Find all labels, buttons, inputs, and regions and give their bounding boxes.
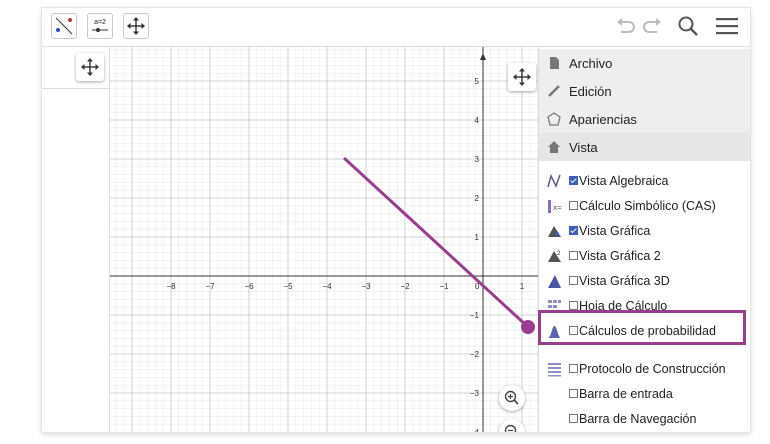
- x-tick-label: 1: [520, 282, 525, 291]
- cas-icon: x=: [548, 200, 562, 213]
- move-arrows-icon: [81, 58, 99, 76]
- graphics-move-button[interactable]: [508, 63, 536, 91]
- home-icon: [548, 141, 560, 153]
- algebra-input-separator: [42, 88, 109, 89]
- view-item-label: Vista Gráfica: [579, 224, 651, 238]
- main-menu: Archivo Edición Apariencias Vista Vista …: [538, 47, 750, 432]
- geogebra-window: a=2 −8 −7 −6 −5 −4 −3 −2 −1 0 1 5 4 3 2 …: [42, 8, 750, 432]
- view-item-algebra[interactable]: Vista Algebraica: [539, 169, 750, 194]
- graphics-view-icon: [548, 226, 561, 237]
- graphics-view[interactable]: −8−7−6−5−4−3−2−101254321−1−2−3−4: [110, 47, 540, 432]
- view-item-checkbox[interactable]: [569, 251, 578, 260]
- y-tick-label: 1: [475, 233, 480, 242]
- view-item-label: Cálculo Simbólico (CAS): [579, 199, 716, 213]
- view-item-checkbox[interactable]: [569, 364, 578, 373]
- x-tick-label: −7: [205, 282, 215, 291]
- search-icon[interactable]: [676, 14, 700, 38]
- view-item-label: Barra de Navegación: [579, 412, 697, 426]
- move-graphics-view-tool-button[interactable]: [123, 13, 149, 39]
- pencil-icon: [548, 85, 560, 97]
- svg-text:x=: x=: [553, 203, 562, 212]
- view-item-label: Vista Algebraica: [579, 174, 669, 188]
- svg-text:2: 2: [557, 251, 561, 257]
- y-axis-arrow: [480, 53, 486, 60]
- view-item-graphics[interactable]: Vista Gráfica: [539, 219, 750, 244]
- menu-item-label: Vista: [569, 140, 598, 155]
- perspectives-icon: [547, 112, 561, 126]
- move-points-tool-button[interactable]: [51, 13, 77, 39]
- x-tick-label: −2: [400, 282, 410, 291]
- x-tick-label: 0: [475, 282, 480, 291]
- view-item-cas[interactable]: x= Cálculo Simbólico (CAS): [539, 194, 750, 219]
- slider-icon: a=2: [92, 19, 108, 32]
- y-tick-label: 4: [475, 116, 480, 125]
- line-with-points-icon: [55, 17, 73, 35]
- view-item-label: Vista Gráfica 3D: [579, 274, 670, 288]
- algebra-view-icon: [547, 174, 561, 188]
- y-tick-label: 5: [475, 77, 480, 86]
- slider-tool-button[interactable]: a=2: [87, 13, 113, 39]
- zoom-in-button[interactable]: [499, 385, 525, 411]
- x-tick-label: −6: [244, 282, 254, 291]
- x-tick-label: −5: [283, 282, 293, 291]
- view-item-checkbox[interactable]: [569, 201, 578, 210]
- view-item-graphics-2[interactable]: 2 Vista Gráfica 2: [539, 244, 750, 269]
- view-item-label: Protocolo de Construcción: [579, 362, 726, 376]
- view-item-checkbox[interactable]: [569, 389, 578, 398]
- x-tick-label: −3: [361, 282, 371, 291]
- file-icon: [550, 57, 559, 69]
- x-tick-label: −8: [166, 282, 176, 291]
- x-tick-label: −4: [322, 282, 332, 291]
- y-tick-label: −3: [470, 389, 480, 398]
- redo-icon[interactable]: [640, 14, 664, 38]
- view-item-checkbox[interactable]: [569, 176, 578, 185]
- view-item-checkbox[interactable]: [569, 301, 578, 310]
- y-tick-label: −1: [470, 311, 480, 320]
- menu-item-vista[interactable]: Vista: [539, 133, 750, 161]
- view-item-input-bar[interactable]: Barra de entrada: [539, 382, 750, 407]
- y-tick-label: 3: [475, 155, 480, 164]
- menu-item-label: Archivo: [569, 56, 613, 71]
- menu-item-archivo[interactable]: Archivo: [539, 49, 750, 77]
- algebra-move-button[interactable]: [76, 53, 104, 81]
- menu-icon[interactable]: [714, 14, 740, 38]
- move-arrows-icon: [127, 17, 145, 35]
- view-item-checkbox[interactable]: [569, 276, 578, 285]
- y-tick-label: −4: [470, 428, 480, 432]
- highlight-box-probability: [538, 310, 746, 345]
- view-item-graphics-3d[interactable]: Vista Gráfica 3D: [539, 269, 750, 294]
- coordinate-plane[interactable]: −8−7−6−5−4−3−2−101254321−1−2−3−4: [110, 47, 540, 432]
- y-tick-label: −2: [470, 350, 480, 359]
- toolbar: a=2: [42, 8, 750, 47]
- zoom-out-button[interactable]: [499, 419, 525, 432]
- algebra-view: [42, 47, 110, 432]
- view-item-checkbox[interactable]: [569, 226, 578, 235]
- zoom-in-icon: [504, 390, 519, 405]
- slider-label: a=2: [94, 19, 106, 26]
- view-item-construction-protocol[interactable]: Protocolo de Construcción: [539, 357, 750, 382]
- view-item-navigation-bar[interactable]: Barra de Navegación: [539, 407, 750, 432]
- view-item-label: Barra de entrada: [579, 387, 673, 401]
- 3d-view-icon: [548, 275, 561, 288]
- construction-protocol-icon: [548, 363, 561, 377]
- x-tick-label: −1: [439, 282, 449, 291]
- undo-icon[interactable]: [614, 14, 638, 38]
- view-item-checkbox[interactable]: [569, 414, 578, 423]
- zoom-out-icon: [504, 424, 517, 432]
- view-item-label: Vista Gráfica 2: [579, 249, 661, 263]
- y-tick-label: 2: [475, 194, 480, 203]
- menu-item-apariencias[interactable]: Apariencias: [539, 105, 750, 133]
- menu-item-label: Apariencias: [569, 112, 637, 127]
- menu-item-edicion[interactable]: Edición: [539, 77, 750, 105]
- menu-item-label: Edición: [569, 84, 612, 99]
- graphics-view-2-icon: 2: [548, 251, 561, 262]
- move-arrows-icon: [513, 68, 531, 86]
